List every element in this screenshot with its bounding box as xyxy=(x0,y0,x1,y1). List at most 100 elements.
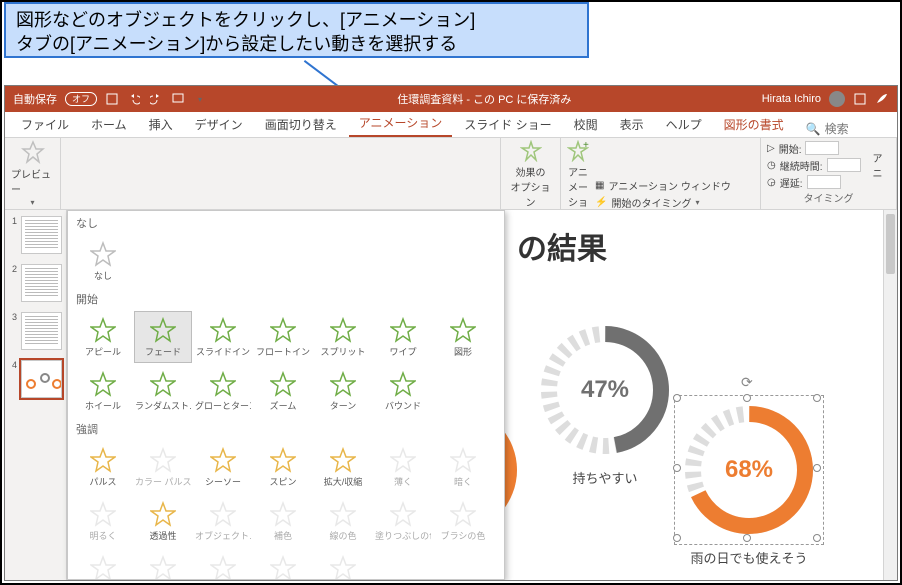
tab-スライド ショー[interactable]: スライド ショー xyxy=(454,112,561,137)
animation-パルス[interactable]: パルス xyxy=(74,441,132,493)
brushstroke-icon[interactable] xyxy=(875,92,889,106)
trigger-button[interactable]: ⚡開始のタイミング▾ xyxy=(595,195,760,210)
animation-グローとターン[interactable]: グローとターン xyxy=(194,365,252,417)
timing-duration-label: 継続時間: xyxy=(780,158,823,173)
selection-handle[interactable] xyxy=(673,394,681,402)
animation-オブジェクト…[interactable]: オブジェクト… xyxy=(194,495,252,547)
ribbon-display-icon[interactable] xyxy=(853,92,867,106)
donut-chart-3[interactable]: 68%⟳ xyxy=(679,400,819,540)
animation-ズーム[interactable]: ズーム xyxy=(254,365,312,417)
donut-chart-2[interactable]: 47% xyxy=(535,320,675,460)
animation-pane-button[interactable]: ▦アニメーション ウィンドウ xyxy=(595,178,760,193)
animation-フロートイン[interactable]: フロートイン xyxy=(254,311,312,363)
timing-start-field[interactable] xyxy=(805,141,839,155)
star-icon xyxy=(270,501,296,527)
animation-アピール[interactable]: アピール xyxy=(74,311,132,363)
animation-スライドイン[interactable]: スライドイン xyxy=(194,311,252,363)
selection-handle[interactable] xyxy=(813,464,821,472)
undo-icon[interactable] xyxy=(127,92,141,106)
gallery-section-強調: 強調 xyxy=(68,417,504,441)
vertical-scrollbar[interactable] xyxy=(883,210,897,580)
star-icon xyxy=(450,501,476,527)
animation-塗りつぶしの色[interactable]: 塗りつぶしの色 xyxy=(374,495,432,547)
redo-icon[interactable] xyxy=(149,92,163,106)
selection-handle[interactable] xyxy=(743,394,751,402)
tab-ファイル[interactable]: ファイル xyxy=(11,112,79,137)
reorder-label: アニ xyxy=(873,150,890,180)
animation-ブラシの色[interactable]: ブラシの色 xyxy=(434,495,492,547)
animation-ランダムスト…[interactable]: ランダムスト… xyxy=(134,365,192,417)
autosave-toggle[interactable]: オフ xyxy=(65,92,97,106)
timing-delay-field[interactable] xyxy=(807,175,841,189)
rotate-handle-icon[interactable]: ⟳ xyxy=(741,374,753,391)
star-icon xyxy=(390,317,416,343)
tab-画面切り替え[interactable]: 画面切り替え xyxy=(255,112,347,137)
user-avatar-icon[interactable] xyxy=(829,91,845,107)
animation-フェード[interactable]: フェード xyxy=(134,311,192,363)
animation-ボールドフラ…[interactable]: ボールドフラ… xyxy=(194,549,252,580)
tab-校閲[interactable]: 校閲 xyxy=(564,112,608,137)
slide-thumbnail-1[interactable]: 1 xyxy=(9,216,62,254)
animation-補色[interactable]: 補色 xyxy=(254,495,312,547)
save-icon[interactable] xyxy=(105,92,119,106)
animation-ウェーブ[interactable]: ウェーブ xyxy=(314,549,372,580)
tab-ヘルプ[interactable]: ヘルプ xyxy=(656,112,712,137)
selection-handle[interactable] xyxy=(743,534,751,542)
slide-thumbnail-3[interactable]: 3 xyxy=(9,312,62,350)
animation-label: シーソー xyxy=(195,475,251,488)
slide-canvas[interactable]: の結果 5%ンがかわいい47%持ちやすい68%⟳雨の日でも使えそう なしなし開始… xyxy=(67,210,897,580)
from-beginning-icon[interactable] xyxy=(171,92,185,106)
tab-デザイン[interactable]: デザイン xyxy=(185,112,253,137)
qat-customize-icon[interactable]: ▾ xyxy=(193,92,207,106)
selection-handle[interactable] xyxy=(673,534,681,542)
search-placeholder[interactable]: 検索 xyxy=(825,120,849,137)
animation-label: ランダムスト… xyxy=(135,399,191,412)
star-icon xyxy=(150,447,176,473)
selection-handle[interactable] xyxy=(813,394,821,402)
slide-thumbnail-2[interactable]: 2 xyxy=(9,264,62,302)
animation-なし[interactable]: なし xyxy=(74,235,132,287)
timing-duration-field[interactable] xyxy=(827,158,861,172)
animation-暗く[interactable]: 暗く xyxy=(434,441,492,493)
animation-拡大/収縮[interactable]: 拡大/収縮 xyxy=(314,441,372,493)
preview-button[interactable]: プレビュー ▾ xyxy=(11,140,54,207)
selection-handle[interactable] xyxy=(673,464,681,472)
animation-pane-icon: ▦ xyxy=(595,180,604,191)
user-name: Hirata Ichiro xyxy=(762,93,821,105)
animation-透過性[interactable]: 透過性 xyxy=(134,495,192,547)
preview-star-icon xyxy=(21,140,45,164)
star-icon xyxy=(270,555,296,581)
animation-下線[interactable]: 下線 xyxy=(134,549,192,580)
svg-text:+: + xyxy=(583,140,589,151)
animation-ワイプ[interactable]: ワイプ xyxy=(374,311,432,363)
slide-thumbnail-4[interactable]: 4 xyxy=(9,360,62,398)
selection-handle[interactable] xyxy=(813,534,821,542)
animation-ホイール[interactable]: ホイール xyxy=(74,365,132,417)
tab-アニメーション[interactable]: アニメーション xyxy=(349,110,453,137)
effect-options-label: 効果の オプション xyxy=(507,164,554,209)
animation-label: ワイプ xyxy=(375,345,431,358)
tab-context-shape-format[interactable]: 図形の書式 xyxy=(714,112,794,137)
animation-ターン[interactable]: ターン xyxy=(314,365,372,417)
animation-シーソー[interactable]: シーソー xyxy=(194,441,252,493)
animation-太字表示[interactable]: 太字表示 xyxy=(254,549,312,580)
donut-caption: 雨の日でも使えそう xyxy=(679,548,819,567)
animation-図形[interactable]: 図形 xyxy=(434,311,492,363)
animation-フォントの色[interactable]: フォントの色 xyxy=(74,549,132,580)
animation-薄く[interactable]: 薄く xyxy=(374,441,432,493)
animation-バウンド[interactable]: バウンド xyxy=(374,365,432,417)
tab-表示[interactable]: 表示 xyxy=(610,112,654,137)
slide-title: の結果 xyxy=(517,224,607,268)
animation-線の色[interactable]: 線の色 xyxy=(314,495,372,547)
animation-明るく[interactable]: 明るく xyxy=(74,495,132,547)
callout-line2: タブの[アニメーション]から設定したい動きを選択する xyxy=(16,34,457,54)
clock-icon: ◷ xyxy=(767,160,776,171)
animation-スピン[interactable]: スピン xyxy=(254,441,312,493)
effect-options-button[interactable]: 効果の オプション ▾ xyxy=(507,140,554,220)
tab-挿入[interactable]: 挿入 xyxy=(139,112,183,137)
tab-ホーム[interactable]: ホーム xyxy=(81,112,137,137)
star-icon xyxy=(270,317,296,343)
animation-スプリット[interactable]: スプリット xyxy=(314,311,372,363)
animation-カラー パルス[interactable]: カラー パルス xyxy=(134,441,192,493)
star-icon xyxy=(390,501,416,527)
